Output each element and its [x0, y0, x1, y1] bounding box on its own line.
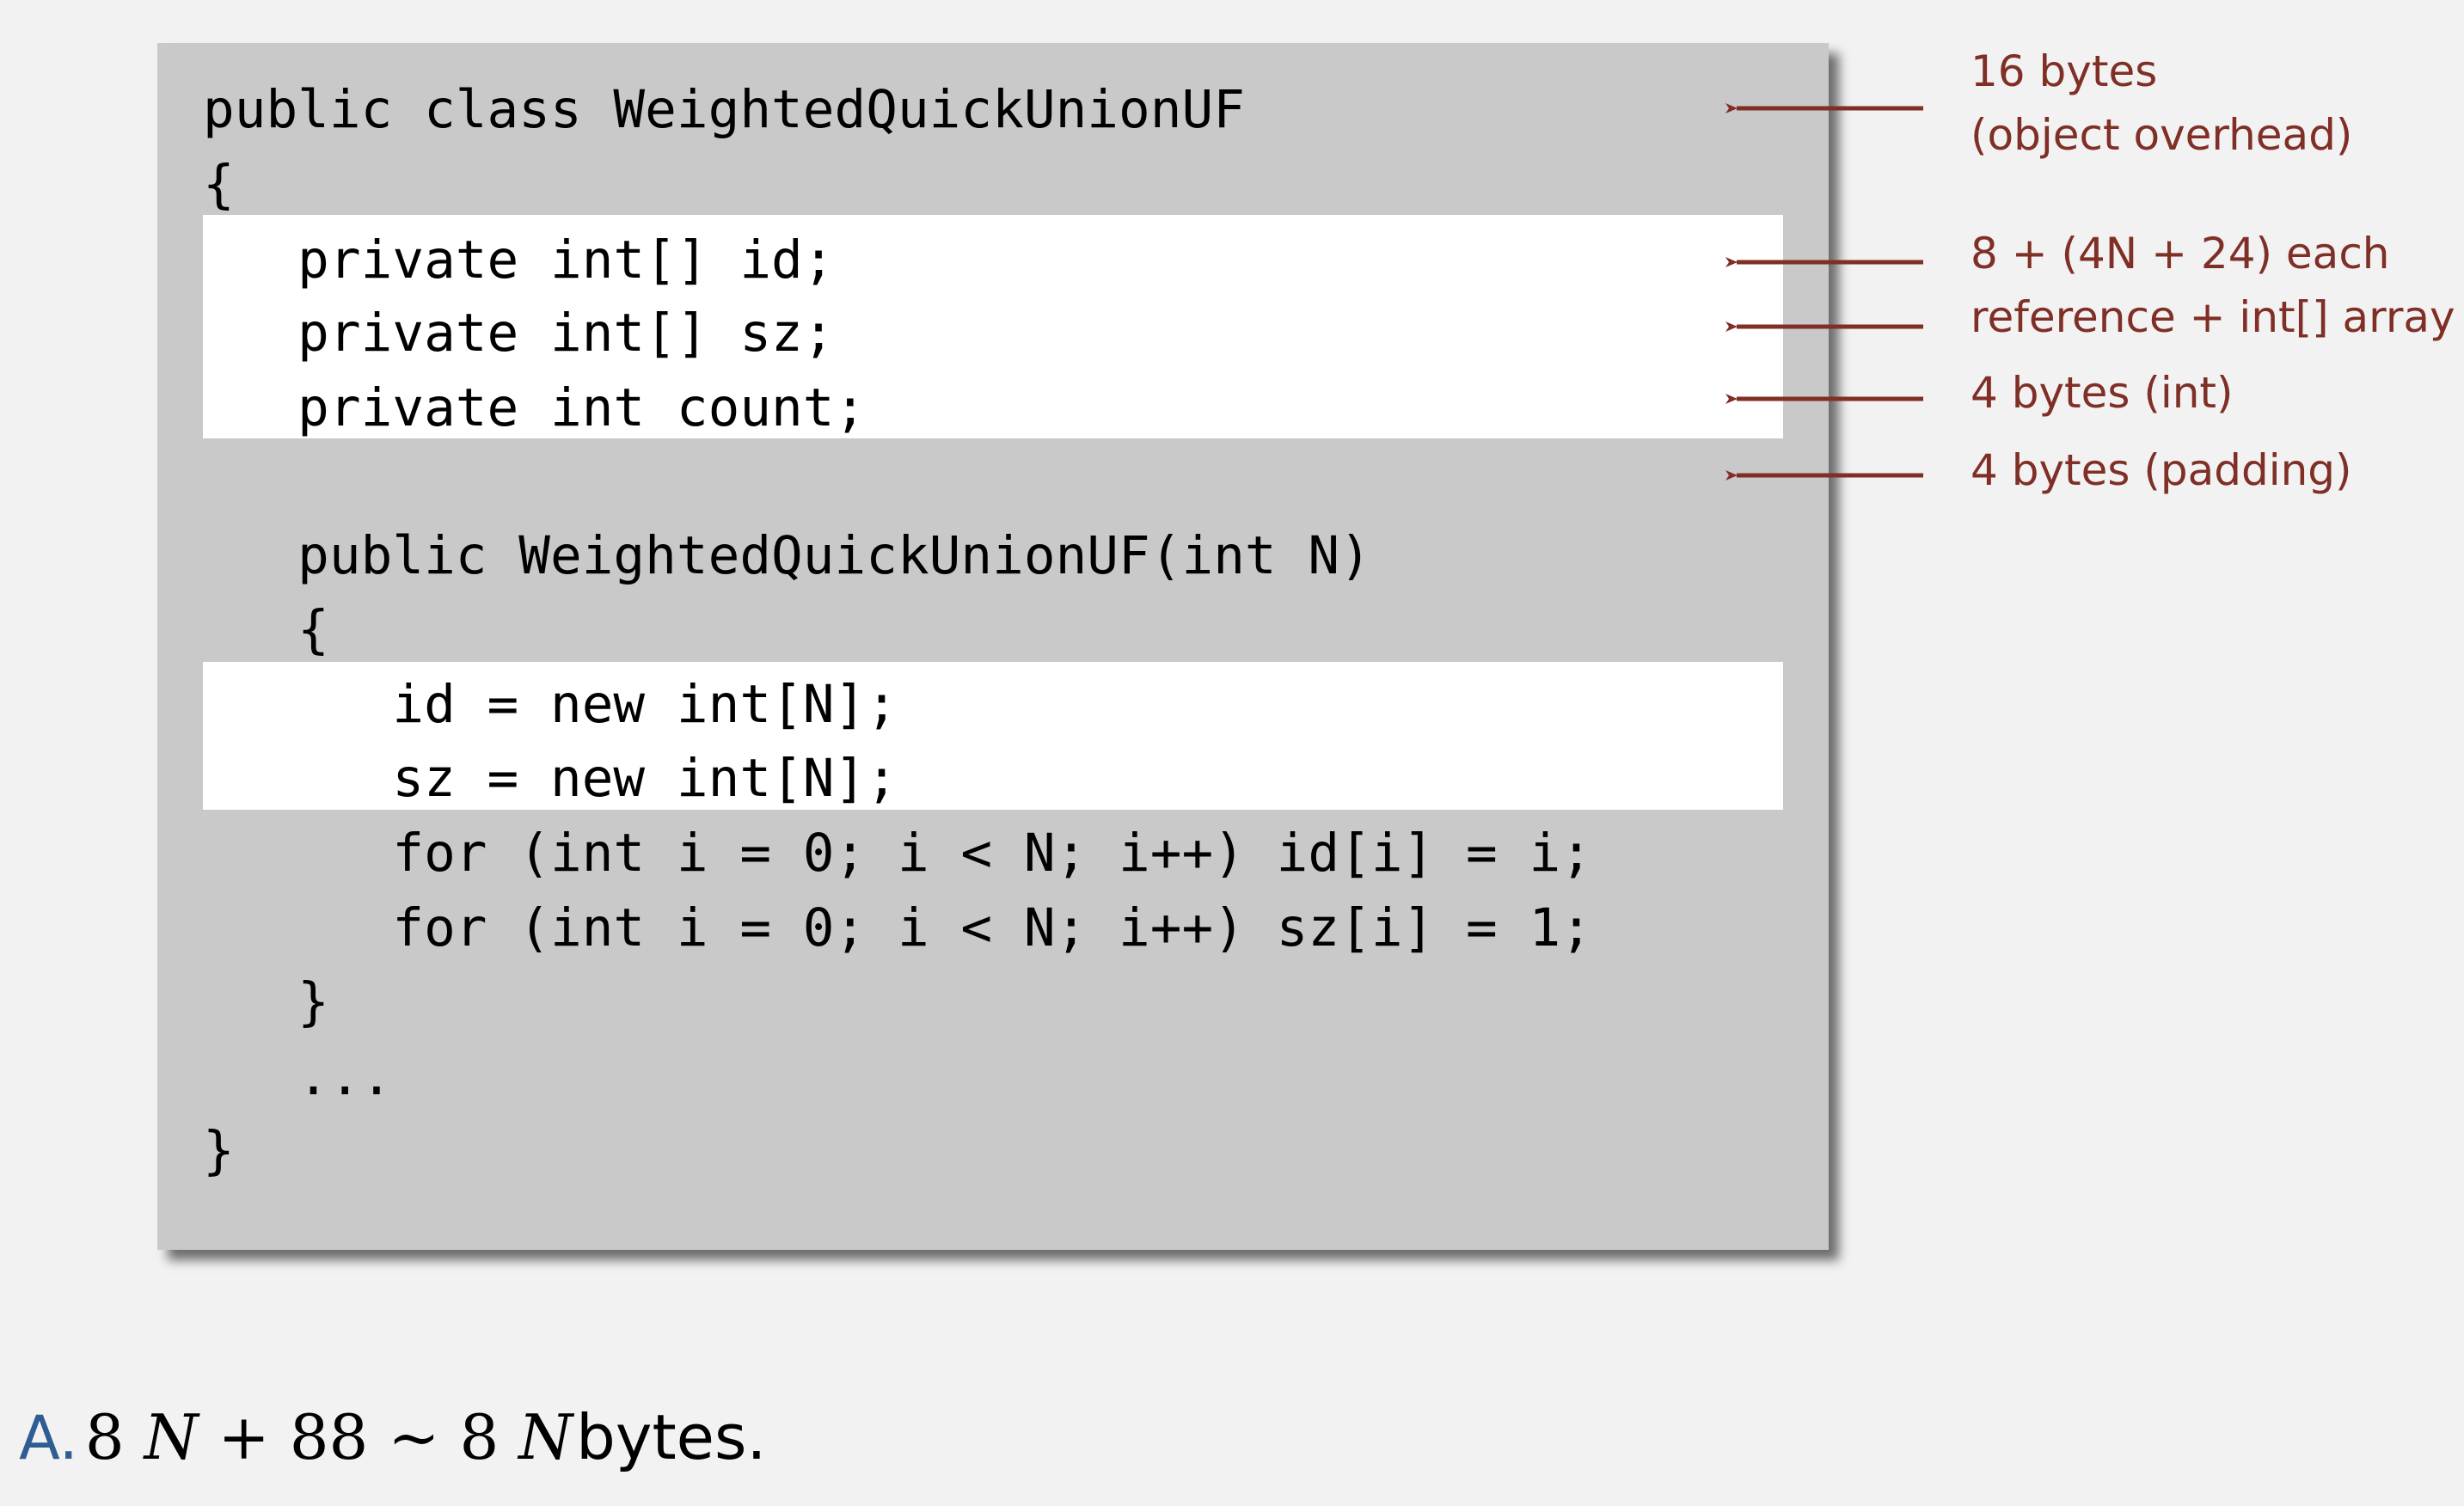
array-label-line2: reference + int[] array [1971, 292, 2455, 342]
formula-coefficient: 8 [84, 1401, 125, 1473]
answer-unit: bytes. [576, 1401, 767, 1473]
formula-variable: N [144, 1401, 199, 1473]
answer: A. 8 N + 88 ~ 8 N bytes. [19, 1394, 766, 1480]
answer-formula: 8 N + 88 ~ 8 N [85, 1401, 573, 1473]
formula-plus-tilde: + 88 ~ [218, 1401, 440, 1473]
formula-coefficient: 8 [459, 1401, 500, 1473]
int-field-label: 4 bytes (int) [1971, 368, 2234, 418]
array-label-line1: 8 + (4N + 24) each [1971, 229, 2390, 279]
padding-label: 4 bytes (padding) [1971, 445, 2352, 495]
formula-variable: N [518, 1401, 573, 1473]
answer-label: A. [19, 1403, 78, 1473]
overhead-label-line2: (object overhead) [1971, 110, 2353, 160]
overhead-label-line1: 16 bytes [1971, 46, 2158, 96]
